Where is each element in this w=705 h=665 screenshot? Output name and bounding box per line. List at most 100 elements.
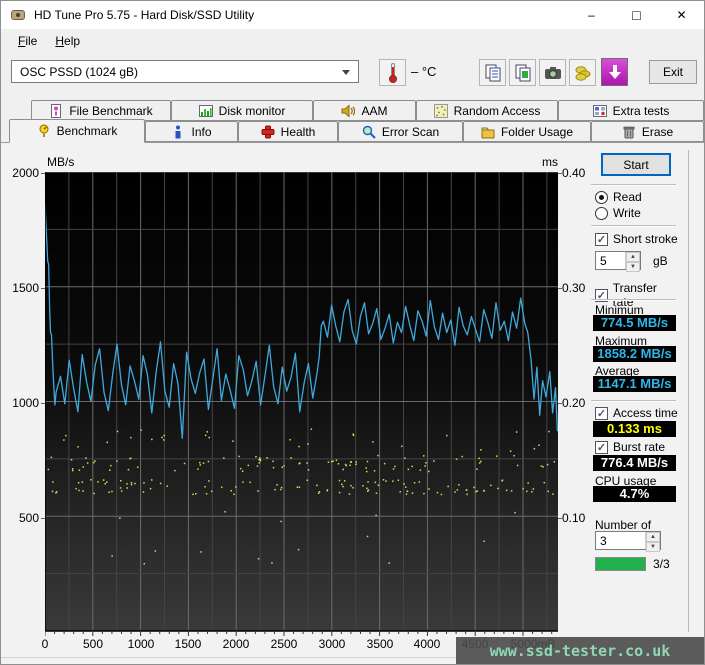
access-time-checkbox[interactable]: ✓	[595, 406, 608, 420]
access-time-value: 0.133 ms	[593, 421, 676, 437]
x-tick-label: 1000	[127, 637, 155, 651]
copy-text-button[interactable]	[479, 59, 506, 86]
tab-aam[interactable]: AAM	[313, 100, 416, 121]
write-radio[interactable]	[595, 206, 608, 220]
spin-down-icon[interactable]: ▼	[646, 542, 660, 552]
passes-spinner[interactable]: 3 ▲ ▼	[595, 531, 661, 552]
spin-down-icon[interactable]: ▼	[626, 262, 640, 272]
file-benchmark-icon	[51, 103, 62, 118]
download-button[interactable]	[601, 58, 628, 86]
left-axis-unit: MB/s	[47, 155, 75, 169]
tab-health[interactable]: Health	[238, 121, 338, 142]
short-stroke-unit: gB	[653, 254, 668, 268]
save-results-button[interactable]	[569, 59, 596, 86]
average-value: 1147.1 MB/s	[593, 376, 676, 392]
drive-select-dropdown[interactable]: OSC PSSD (1024 gB)	[11, 60, 359, 83]
hd-tune-window: HD Tune Pro 5.75 - Hard Disk/SSD Utility…	[0, 0, 705, 665]
spin-up-icon[interactable]: ▲	[626, 252, 640, 262]
tab-folder-usage[interactable]: Folder Usage	[463, 121, 591, 142]
error-scan-magnifier-icon	[362, 125, 376, 139]
tab-benchmark[interactable]: Benchmark	[9, 119, 145, 143]
pass-progress-bar	[595, 557, 646, 571]
read-label: Read	[613, 190, 642, 204]
minimize-button[interactable]: –	[569, 1, 614, 29]
read-radio[interactable]	[595, 190, 608, 204]
pass-progress-label: 3/3	[653, 557, 670, 571]
tab-file-benchmark[interactable]: File Benchmark	[31, 100, 171, 121]
close-button[interactable]: ✕	[659, 1, 704, 29]
short-stroke-checkbox[interactable]: ✓	[595, 232, 608, 246]
spinner-buttons[interactable]: ▲ ▼	[625, 252, 640, 272]
short-stroke-value: 5	[600, 254, 607, 268]
x-tick-label: 3000	[318, 637, 346, 651]
short-stroke-label: Short stroke	[613, 232, 678, 246]
benchmark-gauge-icon	[39, 124, 49, 137]
copy-text-icon	[485, 64, 500, 81]
x-tick-label: 3500	[366, 637, 394, 651]
access-time-label: Access time	[613, 406, 678, 420]
tab-erase[interactable]: Erase	[591, 121, 704, 142]
toolbar: OSC PSSD (1024 gB) – °C Exit	[1, 53, 704, 91]
temperature-value: – °C	[411, 64, 437, 79]
x-tick-label: 2500	[270, 637, 298, 651]
aam-speaker-icon	[341, 103, 356, 118]
read-radio-row[interactable]: Read	[595, 190, 642, 204]
access-time-row[interactable]: ✓ Access time	[595, 406, 678, 420]
screenshot-button[interactable]	[539, 59, 566, 86]
short-stroke-spinner[interactable]: 5 ▲ ▼	[595, 251, 641, 272]
x-tick-label: 0	[41, 637, 49, 651]
x-tick-label: 2000	[222, 637, 250, 651]
maximum-value: 1858.2 MB/s	[593, 346, 676, 362]
y-tick-label: 1500	[12, 281, 39, 295]
write-radio-row[interactable]: Write	[595, 206, 641, 220]
random-access-icon	[433, 103, 448, 118]
spin-up-icon[interactable]: ▲	[646, 532, 660, 542]
burst-rate-label: Burst rate	[613, 440, 666, 454]
menu-help[interactable]: Help	[46, 31, 89, 51]
tab-disk-monitor[interactable]: Disk monitor	[171, 100, 313, 121]
tab-error-scan[interactable]: Error Scan	[338, 121, 463, 142]
health-cross-icon	[261, 125, 275, 138]
tab-extra-tests[interactable]: Extra tests	[558, 100, 704, 121]
chevron-down-icon	[342, 70, 350, 75]
y-tick-label: 500	[18, 511, 39, 525]
start-button[interactable]: Start	[601, 153, 671, 176]
exit-button[interactable]: Exit	[649, 60, 697, 84]
drive-select-value: OSC PSSD (1024 gB)	[20, 64, 139, 79]
x-tick-label: 1500	[174, 637, 202, 651]
benchmark-plot	[44, 171, 559, 638]
app-icon	[10, 7, 26, 23]
menu-bar: File Help	[1, 29, 704, 53]
watermark: www.ssd-tester.co.uk	[456, 637, 704, 664]
maximize-button[interactable]: □	[614, 1, 659, 29]
x-tick-label: 500	[82, 637, 104, 651]
temperature-button[interactable]	[379, 59, 406, 86]
copy-image-button[interactable]	[509, 59, 536, 86]
trash-icon	[623, 126, 635, 138]
x-tick-label: 4000	[413, 637, 441, 651]
bottom-divider	[1, 657, 456, 658]
info-icon	[175, 125, 181, 138]
y-tick-label: 2000	[12, 166, 39, 180]
side-panel: Start Read Write ✓ Short stroke 5 ▲▼ gB	[591, 142, 679, 664]
cpu-usage-value: 4.7%	[593, 486, 676, 502]
hand-coins-icon	[575, 65, 590, 81]
download-arrow-icon	[608, 65, 621, 79]
copy-image-icon	[515, 64, 530, 81]
thermometer-icon	[388, 62, 398, 83]
passes-value: 3	[600, 534, 607, 548]
menu-file[interactable]: File	[9, 31, 46, 51]
burst-rate-checkbox[interactable]: ✓	[595, 440, 608, 454]
tab-info[interactable]: Info	[145, 121, 238, 142]
folder-icon	[481, 127, 495, 138]
title-bar[interactable]: HD Tune Pro 5.75 - Hard Disk/SSD Utility…	[1, 1, 704, 29]
write-label: Write	[613, 206, 641, 220]
burst-rate-row[interactable]: ✓ Burst rate	[595, 440, 665, 454]
panel-right-divider	[688, 150, 689, 632]
plot-svg	[44, 171, 559, 636]
y-tick-label: 1000	[12, 396, 39, 410]
tab-random-access[interactable]: Random Access	[416, 100, 558, 121]
short-stroke-row[interactable]: ✓ Short stroke	[595, 232, 678, 246]
burst-rate-value: 776.4 MB/s	[593, 455, 676, 471]
spinner-buttons[interactable]: ▲ ▼	[645, 532, 660, 552]
